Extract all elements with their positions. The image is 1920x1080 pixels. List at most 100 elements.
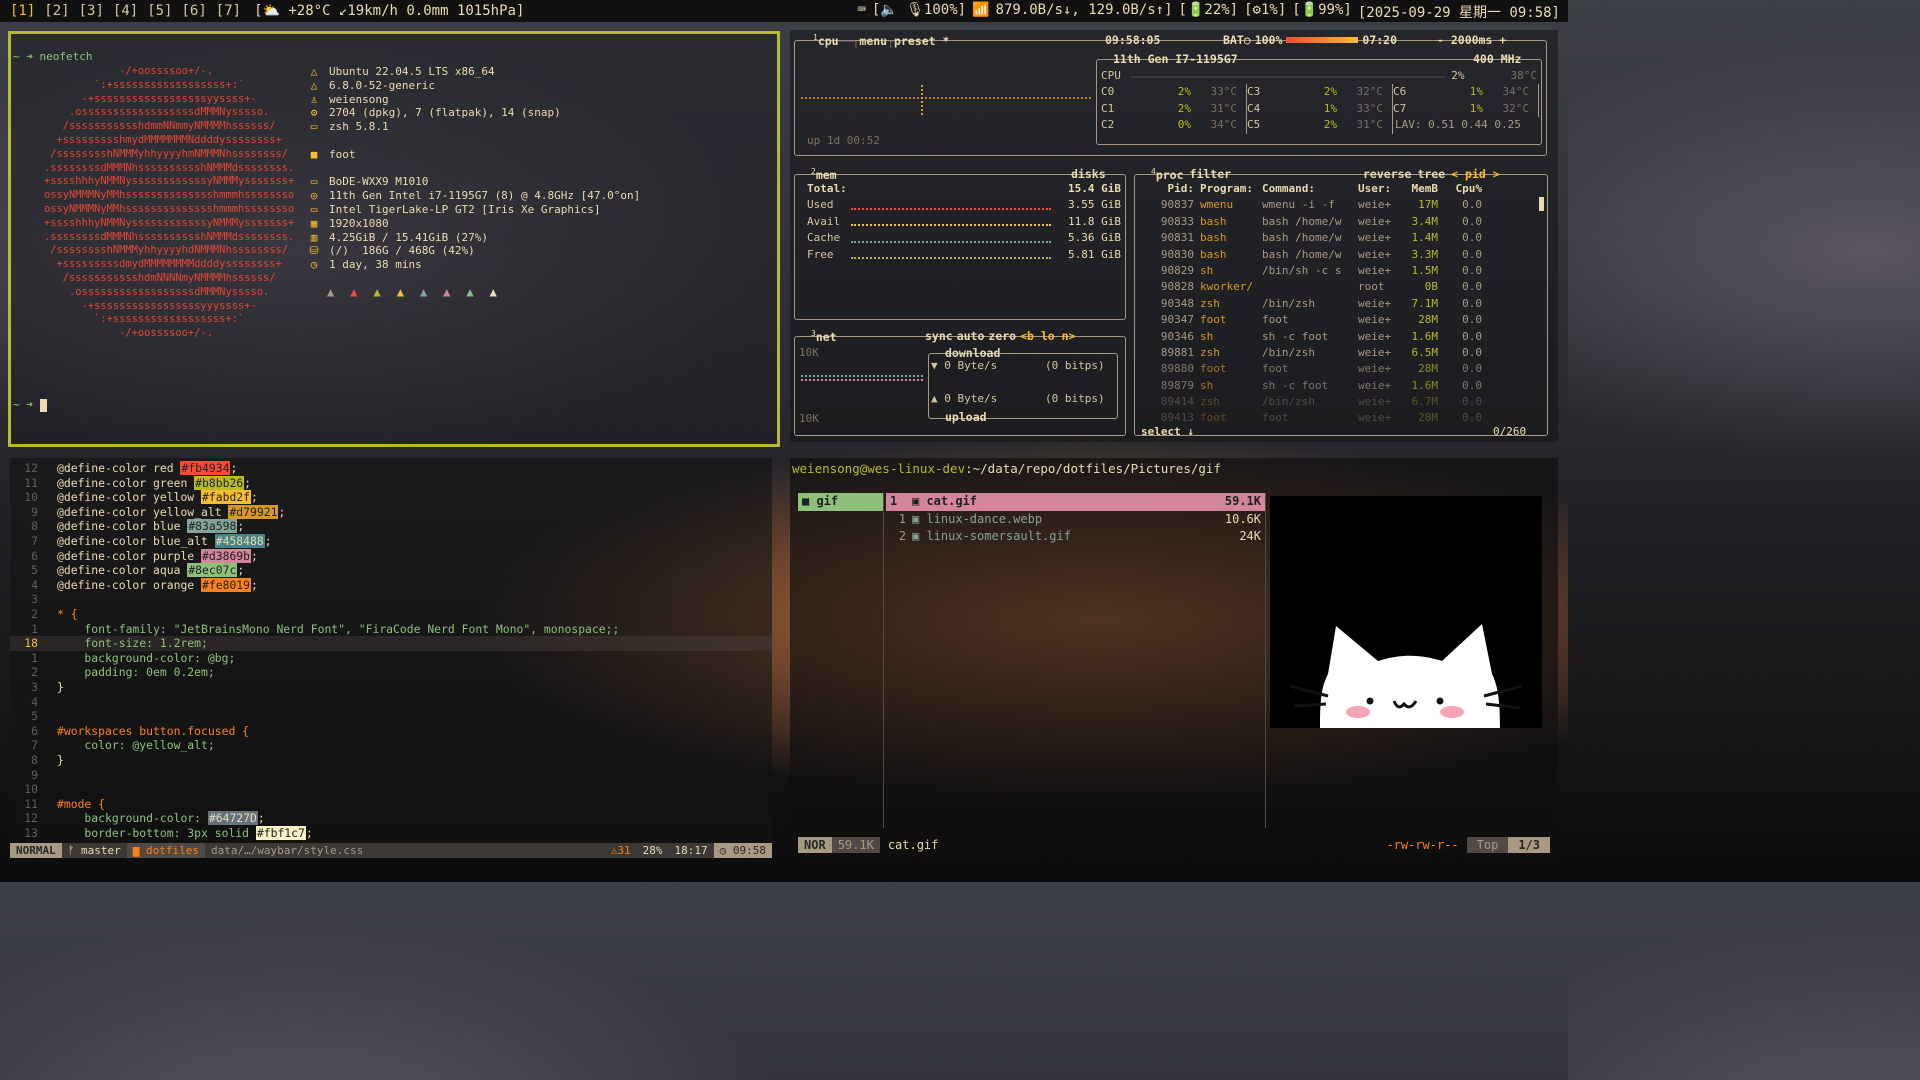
disks-toggle[interactable]: disks <box>1069 167 1108 181</box>
cpu-model: 11th Gen I7-1195G7 <box>1113 52 1238 66</box>
scroll-percent: 28% <box>642 844 663 857</box>
workspace-button[interactable]: [4] <box>113 3 138 19</box>
file-manager[interactable]: weiensong@wes-linux-dev:~/data/repo/dotf… <box>790 458 1558 858</box>
memory-widget[interactable]: [🔋99%] <box>1292 2 1352 22</box>
proc-column-header[interactable]: Program: <box>1197 181 1259 197</box>
proc-scrollbar[interactable] <box>1539 197 1544 211</box>
code-line[interactable]: 2 * { <box>10 607 772 622</box>
load-average: LAV: 0.51 0.44 0.25 <box>1395 118 1521 132</box>
proc-box-title[interactable]: proc <box>1156 168 1184 182</box>
net-auto-toggle[interactable]: auto <box>957 329 985 343</box>
code-line[interactable]: 10 <box>10 782 772 797</box>
proc-column-header[interactable]: MemB <box>1401 181 1441 197</box>
workspace-button[interactable]: [6] <box>181 3 206 19</box>
code-line[interactable]: 9 @define-color yellow_alt #d79921; <box>10 504 772 520</box>
proc-filter[interactable]: filter <box>1190 167 1232 182</box>
refresh-interval[interactable]: - 2000ms + <box>1435 33 1508 47</box>
file-manager-status: NOR 59.1K cat.gif -rw-rw-r-- Top 1/3 <box>798 837 1550 853</box>
mem-meter <box>851 197 1051 210</box>
proc-row[interactable]: 90837 wmenu wmenu -i -f weie+ 17M 0.0 <box>1139 197 1537 213</box>
proc-column-header[interactable]: Cpu% <box>1441 181 1485 197</box>
network-speed[interactable]: 879.0B/s↓, 129.0B/s↑] <box>996 2 1173 22</box>
volume-widget[interactable]: [🔈 🎙100%] <box>872 2 966 22</box>
code-line[interactable]: 6 @define-color purple #d3869b; <box>10 548 772 564</box>
project-dir: ▆ dotfiles <box>126 843 205 858</box>
code-line[interactable]: 2 padding: 0em 0.2em; <box>10 665 772 680</box>
code-line[interactable]: 12 @define-color red #fb4934; <box>10 461 772 476</box>
cpu-widget[interactable]: [⚙1%] <box>1244 2 1286 22</box>
wifi-icon[interactable]: 📶 <box>972 2 989 22</box>
code-line[interactable]: 7 @define-color blue_alt #458488; <box>10 534 772 549</box>
workspace-button[interactable]: [3] <box>79 3 104 19</box>
proc-row[interactable]: 90829 sh/bin/sh -c s weie+ 1.5M 0.0 <box>1139 263 1537 279</box>
proc-row[interactable]: 89881 zsh/bin/zsh weie+ 6.5M 0.0 <box>1139 345 1537 361</box>
proc-tree-toggle[interactable]: tree <box>1417 167 1445 181</box>
workspace-button[interactable]: [2] <box>44 3 69 19</box>
code-line[interactable]: 10 @define-color yellow #fabd2f; <box>10 490 772 505</box>
code-line[interactable]: 13 border-bottom: 3px solid #fbf1c7; <box>10 826 772 841</box>
battery-widget[interactable]: [🔋22%] <box>1179 2 1239 22</box>
proc-cell: 6.7M <box>1411 395 1439 409</box>
code-line[interactable]: 11 @define-color green #b8bb26; <box>10 475 772 491</box>
code-line[interactable]: 18 font-size: 1.2rem; <box>10 636 772 651</box>
parent-dir-item[interactable]: ■ gif <box>798 493 883 511</box>
workspace-button[interactable]: [7] <box>216 3 241 19</box>
proc-row[interactable]: 90346 sh sh -c foot weie+ 1.6M 0.0 <box>1139 329 1537 345</box>
code-line[interactable]: 1 background-color: @bg; <box>10 651 772 666</box>
code-line[interactable]: 9 <box>10 768 772 783</box>
btop-monitor[interactable]: 1cpu──┐menu┌preset * 09:58:05 BAT○ 100% 0… <box>790 30 1558 442</box>
proc-row[interactable]: 90348 zsh/bin/zsh weie+ 7.1M 0.0 <box>1139 296 1537 312</box>
proc-cell: sh <box>1200 378 1214 392</box>
code-editor[interactable]: 12 @define-color red #fb4934; 11 @define-co… <box>10 458 772 858</box>
net-zero-toggle[interactable]: zero <box>988 329 1016 343</box>
code-line[interactable]: 3 <box>10 592 772 607</box>
code-line[interactable]: 5 <box>10 709 772 724</box>
proc-row[interactable]: 90833 bash bash /home/w weie+ 3.4M 0.0 <box>1139 214 1537 230</box>
code-line[interactable]: 5 @define-color aqua #8ec07c; <box>10 563 772 578</box>
workspace-button[interactable]: [5] <box>147 3 172 19</box>
net-box-title[interactable]: net <box>816 330 837 344</box>
code-line[interactable]: 8 @define-color blue #83a598; <box>10 519 772 534</box>
code-line[interactable]: 4 @define-color orange #fe8019; <box>10 577 772 593</box>
proc-select-label[interactable]: select ↓ <box>1141 424 1194 440</box>
weather-widget[interactable]: [⛅ +28°C ↙19km/h 0.0mm 1015hPa] <box>254 3 524 19</box>
code-line[interactable]: 11 #mode { <box>10 797 772 812</box>
net-sync-toggle[interactable]: sync <box>925 329 953 343</box>
proc-cell: foot <box>1262 362 1289 376</box>
code-line[interactable]: 12 background-color: #64727D; <box>10 811 772 826</box>
code-line[interactable]: 7 color: @yellow_alt; <box>10 738 772 753</box>
code-line[interactable]: 1 font-family: "JetBrainsMono Nerd Font"… <box>10 622 772 637</box>
menu-button[interactable]: menu <box>859 34 887 48</box>
file-item[interactable]: 2 ▣ linux-somersault.gif 24K <box>886 528 1265 546</box>
proc-row[interactable]: 89413 foot foot weie+ 28M 0.0 <box>1139 410 1537 426</box>
file-item[interactable]: 1 ▣ linux-dance.webp 10.6K <box>886 511 1265 529</box>
proc-sort-selector[interactable]: < pid > <box>1451 167 1499 181</box>
cpu-box-title[interactable]: cpu <box>818 34 839 48</box>
proc-column-header[interactable]: User: <box>1355 181 1401 197</box>
proc-row[interactable]: 89880 foot foot weie+ 28M 0.0 <box>1139 361 1537 377</box>
mem-box-title[interactable]: mem <box>816 168 837 182</box>
proc-row[interactable]: 89414 zsh/bin/zsh weie+ 6.7M 0.0 <box>1139 394 1537 410</box>
neofetch-terminal[interactable]: ~ ➜ neofetch -/+oossssoo+/-. `:+ssssssss… <box>8 31 780 447</box>
proc-row[interactable]: 90830 bash bash /home/w weie+ 3.3M 0.0 <box>1139 247 1537 263</box>
proc-row[interactable]: 90828 kworker/root 0B 0.0 <box>1139 279 1537 295</box>
keyboard-icon[interactable]: ⌨ <box>857 2 865 22</box>
code-line[interactable]: 8} <box>10 753 772 768</box>
clock-widget[interactable]: [2025-09-29 星期一 09:58] <box>1358 2 1560 22</box>
proc-row[interactable]: 89879 sh sh -c foot weie+ 1.6M 0.0 <box>1139 378 1537 394</box>
code-line[interactable]: 4 <box>10 695 772 710</box>
net-interface-selector[interactable]: <b lo n> <box>1020 329 1075 343</box>
proc-column-header[interactable]: Command: <box>1259 181 1355 197</box>
code-line[interactable]: 3} <box>10 680 772 695</box>
proc-reverse-toggle[interactable]: reverse <box>1363 167 1411 181</box>
workspace-button[interactable]: [1] <box>10 3 35 19</box>
proc-row[interactable]: 90347 foot foot weie+ 28M 0.0 <box>1139 312 1537 328</box>
proc-cell: weie+ <box>1358 345 1392 359</box>
file-item[interactable]: 1 ▣ cat.gif 59.1K <box>886 493 1265 511</box>
file-index: 1 <box>890 494 898 508</box>
proc-column-header[interactable]: Pid: <box>1139 181 1197 197</box>
proc-cell: 89880 <box>1160 362 1194 376</box>
preset-button[interactable]: preset * <box>894 34 949 48</box>
code-line[interactable]: 6 #workspaces button.focused { <box>10 724 772 739</box>
proc-row[interactable]: 90831 bash bash /home/w weie+ 1.4M 0.0 <box>1139 230 1537 246</box>
